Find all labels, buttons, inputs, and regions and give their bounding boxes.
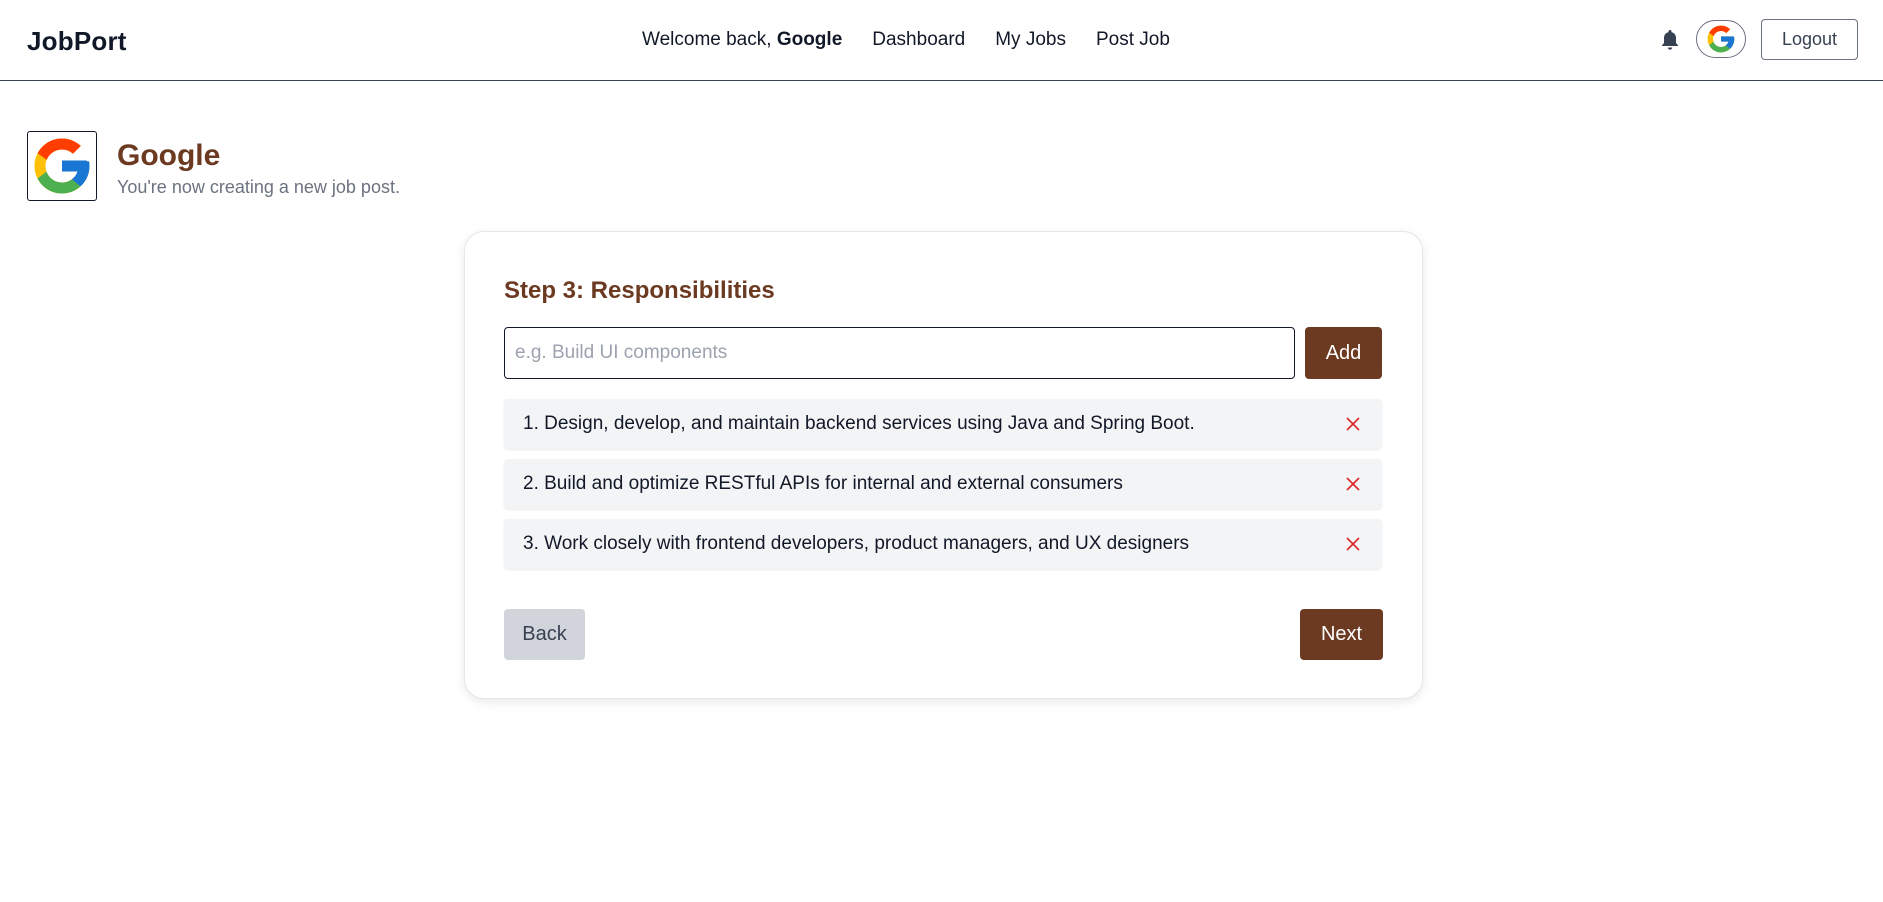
- job-post-step-card: Step 3: Responsibilities Add 1. Design, …: [464, 231, 1423, 699]
- logout-button[interactable]: Logout: [1761, 19, 1858, 60]
- responsibility-item: 2. Build and optimize RESTful APIs for i…: [504, 459, 1382, 509]
- nav-link-post-job[interactable]: Post Job: [1096, 29, 1170, 51]
- responsibility-list: 1. Design, develop, and maintain backend…: [504, 399, 1382, 579]
- responsibility-text: 1. Design, develop, and maintain backend…: [523, 413, 1195, 434]
- remove-responsibility-button[interactable]: [1342, 533, 1364, 555]
- nav-link-dashboard[interactable]: Dashboard: [872, 29, 965, 51]
- user-avatar[interactable]: [1696, 20, 1746, 58]
- next-button[interactable]: Next: [1300, 609, 1383, 660]
- responsibility-text: 3. Work closely with frontend developers…: [523, 533, 1190, 554]
- company-name: Google: [117, 139, 221, 172]
- top-navbar: JobPort Welcome back, Google Dashboard M…: [0, 0, 1883, 81]
- step-title: Step 3: Responsibilities: [504, 277, 775, 304]
- close-icon: [1346, 417, 1360, 431]
- back-button[interactable]: Back: [504, 609, 585, 660]
- remove-responsibility-button[interactable]: [1342, 413, 1364, 435]
- welcome-username: Google: [776, 29, 843, 50]
- responsibility-input[interactable]: [504, 327, 1295, 379]
- welcome-message: Welcome back, Google: [642, 29, 842, 51]
- brand-logo[interactable]: JobPort: [27, 26, 127, 57]
- bell-icon[interactable]: [1658, 28, 1682, 52]
- page-subtitle: You're now creating a new job post.: [117, 177, 400, 197]
- company-logo: [27, 131, 97, 201]
- nav-link-my-jobs[interactable]: My Jobs: [995, 29, 1066, 51]
- responsibility-text: 2. Build and optimize RESTful APIs for i…: [523, 473, 1123, 494]
- google-logo-icon: [1707, 25, 1735, 53]
- welcome-prefix: Welcome back,: [642, 29, 777, 50]
- responsibility-item: 3. Work closely with frontend developers…: [504, 519, 1382, 569]
- responsibility-item: 1. Design, develop, and maintain backend…: [504, 399, 1382, 449]
- close-icon: [1346, 537, 1360, 551]
- google-logo-icon: [34, 138, 90, 194]
- add-responsibility-button[interactable]: Add: [1305, 327, 1382, 379]
- remove-responsibility-button[interactable]: [1342, 473, 1364, 495]
- main-nav: Welcome back, Google Dashboard My Jobs P…: [642, 29, 1200, 51]
- close-icon: [1346, 477, 1360, 491]
